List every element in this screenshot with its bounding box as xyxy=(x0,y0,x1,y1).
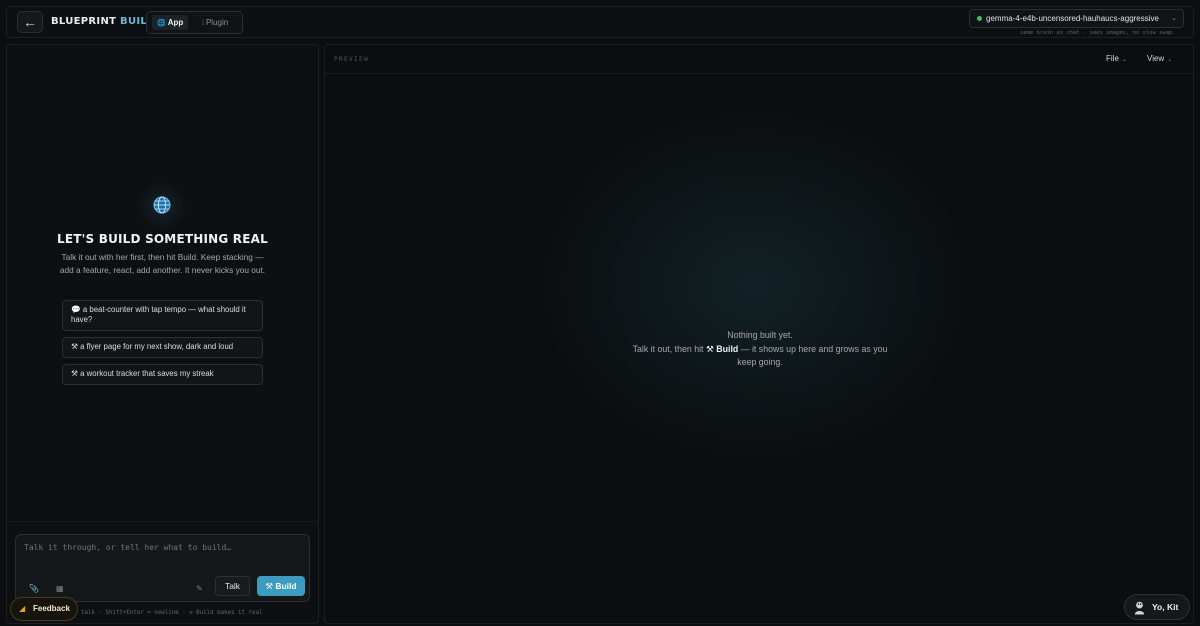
globe-icon: 🌐 xyxy=(157,20,166,27)
brand-name: BLUEPRINT xyxy=(51,16,117,27)
suggestion-chip[interactable]: 💬 a beat-counter with tap tempo — what s… xyxy=(62,300,263,331)
empty-state-description: Talk it out with her first, then hit Bui… xyxy=(59,252,266,275)
back-button[interactable]: ← xyxy=(17,11,43,33)
chevron-down-icon: ⌄ xyxy=(1167,57,1173,63)
build-button[interactable]: ⚒ Build xyxy=(257,576,305,596)
chat-panel: LET'S BUILD SOMETHING REAL Talk it out w… xyxy=(6,44,319,624)
preview-glow xyxy=(505,85,1005,485)
status-dot xyxy=(977,16,982,21)
user-menu-button[interactable]: Yo, Kit xyxy=(1124,594,1190,620)
empty-state-title: LET'S BUILD SOMETHING REAL xyxy=(57,232,268,246)
suggestion-chip[interactable]: ⚒ a workout tracker that saves my streak xyxy=(62,364,263,385)
avatar-icon xyxy=(1134,601,1145,615)
chevron-down-icon: ⌄ xyxy=(1121,57,1127,63)
composer-hint: talk · Shift+Enter = newline · ⚒ Build m… xyxy=(81,610,263,616)
preview-panel: PREVIEW File ⌄ View ⌄ Nothing built yet. T… xyxy=(324,44,1194,624)
preview-label: PREVIEW xyxy=(334,56,370,63)
top-bar: ← BLUEPRINT BUILDS 🌐 App ⁞ Plugin gemma-4-… xyxy=(6,6,1194,38)
image-icon[interactable]: ▦ xyxy=(56,584,64,593)
arrow-left-icon: ← xyxy=(23,14,37,30)
message-input[interactable]: Talk it through, or tell her what to bui… xyxy=(24,543,231,552)
preview-empty-state: Nothing built yet. Talk it out, then hit… xyxy=(625,329,895,370)
model-name: gemma-4-e4b-uncensored-hauhaucs-aggressi… xyxy=(986,14,1159,23)
view-menu[interactable]: View ⌄ xyxy=(1147,54,1172,63)
plugin-icon: ⁞ xyxy=(202,20,204,27)
tab-app[interactable]: 🌐 App xyxy=(152,15,189,30)
suggestion-chip[interactable]: ⚒ a flyer page for my next show, dark an… xyxy=(62,337,263,358)
model-note: same brain as chat · sees images, no slo… xyxy=(1020,30,1173,36)
feedback-button[interactable]: ◢ Feedback xyxy=(10,597,78,621)
empty-preview-text: Talk it out, then hit ⚒ Build — it shows… xyxy=(632,343,888,368)
megaphone-icon: ◢ xyxy=(19,604,26,613)
preview-header: PREVIEW File ⌄ View ⌄ xyxy=(325,45,1193,74)
globe-icon xyxy=(153,196,171,214)
pin-icon[interactable]: ✎ xyxy=(196,584,203,593)
model-selector[interactable]: gemma-4-e4b-uncensored-hauhaucs-aggressi… xyxy=(969,9,1184,28)
mode-switch: 🌐 App ⁞ Plugin xyxy=(146,11,243,34)
talk-button[interactable]: Talk xyxy=(215,576,250,596)
divider xyxy=(7,521,318,522)
tab-plugin[interactable]: ⁞ Plugin xyxy=(197,15,233,30)
paperclip-icon[interactable]: 📎 xyxy=(29,584,39,593)
file-menu[interactable]: File ⌄ xyxy=(1106,54,1127,63)
composer: Talk it through, or tell her what to bui… xyxy=(15,534,310,602)
chevron-down-icon: ⌄ xyxy=(1171,15,1177,22)
empty-preview-title: Nothing built yet. xyxy=(727,330,793,340)
